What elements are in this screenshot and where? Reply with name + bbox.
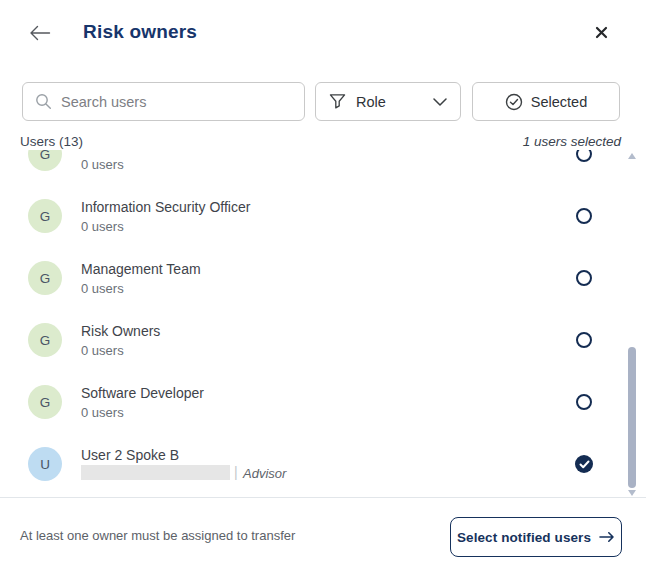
radio-unselected[interactable] — [576, 208, 592, 224]
select-notified-users-button[interactable]: Select notified users — [450, 517, 622, 557]
user-row[interactable]: U User 2 Spoke B | Advisor — [0, 447, 646, 481]
radio-unselected[interactable] — [576, 150, 592, 162]
avatar: G — [28, 199, 62, 233]
avatar: G — [28, 150, 62, 171]
user-subtitle: 0 users — [81, 157, 124, 172]
user-subtitle: 0 users — [81, 343, 124, 358]
arrow-left-icon — [29, 24, 51, 42]
role-filter-dropdown[interactable]: Role — [315, 82, 461, 121]
selected-count-label: 1 users selected — [523, 134, 621, 149]
chevron-down-icon — [433, 98, 447, 106]
avatar: G — [28, 323, 62, 357]
user-role-tag: Advisor — [243, 466, 286, 481]
selected-filter-label: Selected — [531, 94, 587, 110]
back-button[interactable] — [28, 24, 52, 44]
avatar: G — [28, 385, 62, 419]
arrow-right-icon — [599, 531, 615, 543]
radio-unselected[interactable] — [576, 332, 592, 348]
user-name: Information Security Officer — [81, 199, 250, 215]
radio-unselected[interactable] — [576, 394, 592, 410]
user-subtitle: 0 users — [81, 219, 124, 234]
select-notified-users-label: Select notified users — [457, 530, 591, 545]
user-name: Software Developer — [81, 385, 204, 401]
close-button[interactable] — [593, 26, 609, 42]
user-name: Management Team — [81, 261, 201, 277]
footer-note: At least one owner must be assigned to t… — [20, 528, 295, 543]
search-icon — [35, 93, 52, 110]
avatar: G — [28, 261, 62, 295]
user-subtitle: 0 users — [81, 281, 124, 296]
radio-selected[interactable] — [575, 455, 593, 473]
redacted-text-bar — [81, 465, 230, 480]
radio-unselected[interactable] — [576, 270, 592, 286]
scrollbar-down-arrow[interactable] — [628, 490, 636, 496]
footer: At least one owner must be assigned to t… — [0, 497, 646, 579]
check-circle-icon — [505, 93, 523, 111]
search-input[interactable] — [61, 94, 304, 110]
check-icon — [579, 460, 590, 469]
user-row[interactable]: G Management Team 0 users | — [0, 261, 646, 295]
user-list: G 0 users | G Information Security Offic… — [0, 150, 646, 497]
user-subtitle: 0 users — [81, 405, 124, 420]
user-name: Risk Owners — [81, 323, 160, 339]
selected-filter-button[interactable]: Selected — [472, 82, 620, 121]
close-icon — [595, 26, 608, 39]
role-filter-label: Role — [356, 94, 386, 110]
page-title: Risk owners — [83, 21, 197, 43]
user-row[interactable]: G 0 users | — [0, 150, 646, 171]
filter-icon — [329, 93, 346, 110]
users-count-label: Users (13) — [20, 134, 83, 149]
avatar: U — [28, 447, 62, 481]
search-box[interactable] — [22, 82, 305, 121]
scrollbar-thumb[interactable] — [628, 347, 636, 488]
user-row[interactable]: G Software Developer 0 users | — [0, 385, 646, 419]
user-row[interactable]: G Information Security Officer 0 users | — [0, 199, 646, 233]
user-name: User 2 Spoke B — [81, 447, 179, 463]
user-row[interactable]: G Risk Owners 0 users | — [0, 323, 646, 357]
scrollbar-up-arrow[interactable] — [628, 153, 636, 159]
separator: | — [234, 464, 238, 480]
